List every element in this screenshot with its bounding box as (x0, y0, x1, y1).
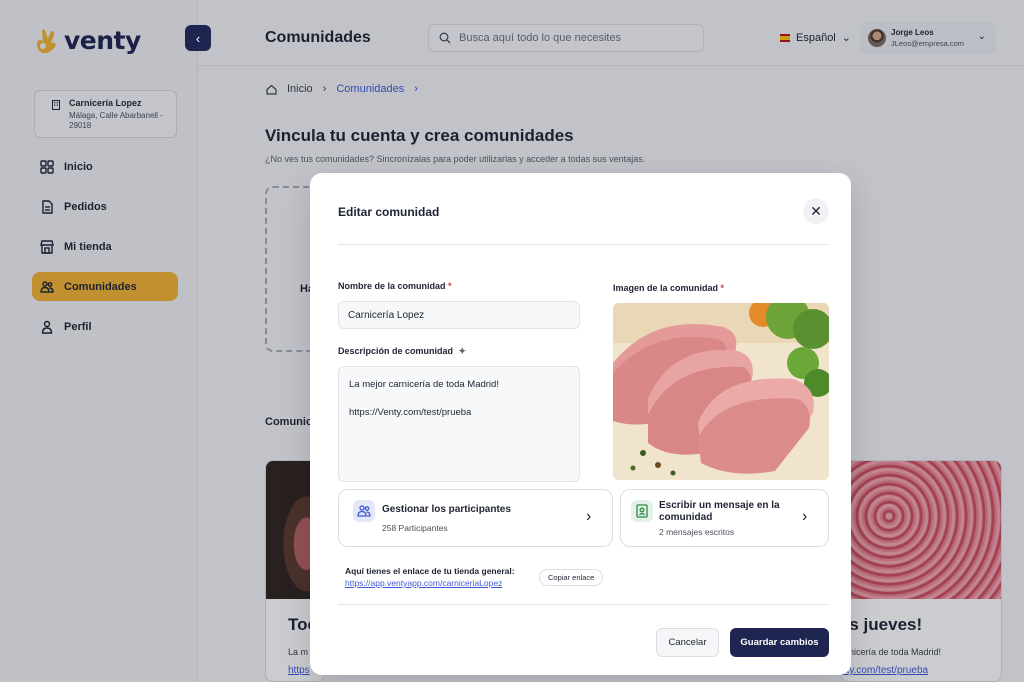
copy-link-button[interactable]: Copiar enlace (539, 569, 604, 586)
required-mark: * (720, 283, 725, 293)
community-name-field[interactable]: Carnicería Lopez (338, 301, 580, 329)
write-message-button[interactable]: Escribir un mensaje en la comunidad 2 me… (620, 489, 829, 547)
description-label-text: Descripción de comunidad (338, 346, 454, 356)
name-label: Nombre de la comunidad * (338, 281, 452, 291)
description-label: Descripción de comunidad ✦ (338, 346, 466, 357)
divider (338, 244, 829, 245)
chevron-right-icon: › (802, 508, 808, 525)
message-title-line: Escribir un mensaje en la (659, 500, 780, 511)
chevron-right-icon: › (586, 508, 592, 525)
message-title-line: comunidad (659, 512, 713, 523)
image-label: Imagen de la comunidad * (613, 283, 724, 293)
close-button[interactable]: ✕ (803, 198, 829, 224)
name-label-text: Nombre de la comunidad (338, 281, 446, 291)
sparkle-icon[interactable]: ✦ (459, 346, 467, 357)
close-icon: ✕ (810, 202, 822, 219)
store-link[interactable]: https://app.ventyapp.com/carniceriaLopez (345, 578, 502, 588)
users-icon (353, 500, 375, 522)
store-link-label: Aquí tienes el enlace de tu tienda gener… (345, 566, 515, 576)
cancel-button[interactable]: Cancelar (656, 628, 719, 657)
community-description-field[interactable]: La mejor carnicería de toda Madrid! http… (338, 366, 580, 482)
edit-community-modal: Editar comunidad ✕ Nombre de la comunida… (310, 173, 851, 675)
participants-title: Gestionar los participantes (382, 504, 511, 515)
required-mark: * (448, 281, 452, 291)
collapse-sidebar-button[interactable]: ‹ (185, 25, 211, 51)
meat-photo (613, 303, 829, 480)
participants-count: 258 Participantes (382, 523, 448, 533)
manage-participants-button[interactable]: Gestionar los participantes 258 Particip… (338, 489, 613, 547)
save-button[interactable]: Guardar cambios (730, 628, 829, 657)
description-line: La mejor carnicería de toda Madrid! (349, 379, 499, 390)
divider (338, 604, 829, 605)
description-line: https://Venty.com/test/prueba (349, 407, 472, 418)
community-image[interactable] (613, 303, 829, 480)
message-icon (631, 500, 653, 522)
modal-title: Editar comunidad (338, 205, 440, 219)
message-title: Escribir un mensaje en la comunidad (659, 500, 780, 524)
chevron-left-icon: ‹ (195, 30, 201, 46)
message-count: 2 mensajes escritos (659, 527, 735, 537)
image-label-text: Imagen de la comunidad (613, 283, 719, 293)
